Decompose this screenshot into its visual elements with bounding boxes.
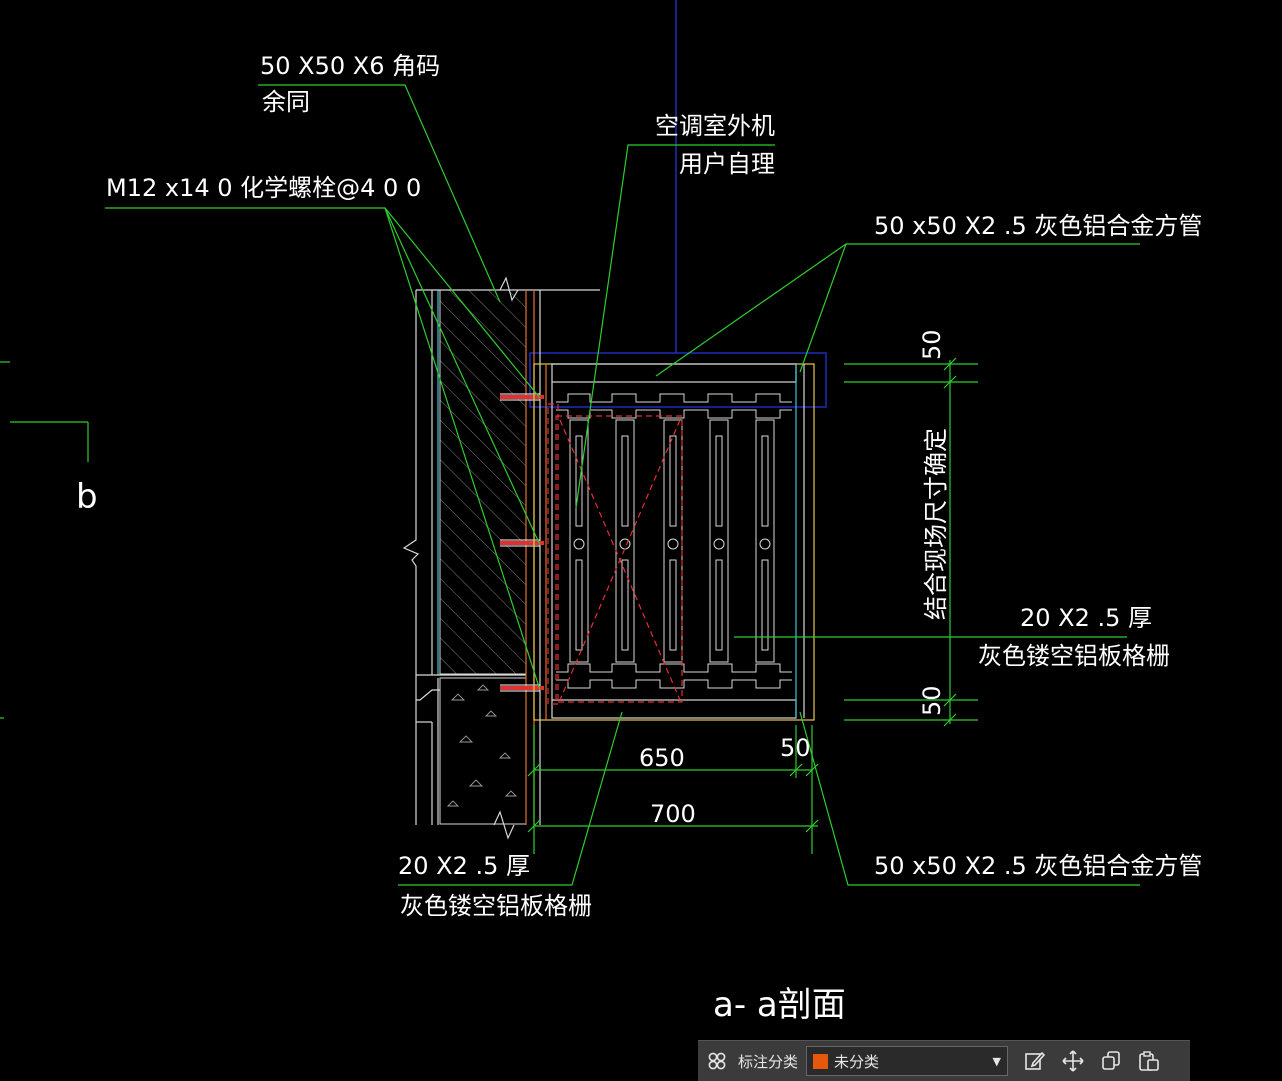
- ac-unit-outline: [547, 403, 683, 705]
- grille-right-label: 20 X2 .5 厚: [1020, 604, 1152, 632]
- ac-unit-note: 用户自理: [679, 150, 775, 178]
- dim-650: 650: [639, 744, 685, 772]
- dim-bottom-50: 50: [918, 685, 946, 716]
- dim-right-50: 50: [780, 734, 811, 762]
- dim-top-50: 50: [918, 329, 946, 360]
- bolt-label: M12 x14 0 化学螺栓@4 0 0: [106, 174, 421, 202]
- edit-icon[interactable]: [1020, 1046, 1050, 1076]
- angle-code-note: 余同: [262, 88, 310, 116]
- grid-icon[interactable]: [702, 1046, 732, 1076]
- annotation-toolbar: 标注分类 未分类 ▼: [698, 1040, 1190, 1081]
- dim-700: 700: [650, 800, 696, 828]
- section-title: a- a剖面: [713, 985, 846, 1025]
- category-color-swatch: [813, 1053, 829, 1069]
- category-select[interactable]: 未分类 ▼: [806, 1046, 1009, 1076]
- grille-right-note: 灰色镂空铝板格栅: [978, 642, 1170, 670]
- ac-frame: [533, 363, 815, 721]
- grille-left-note: 灰色镂空铝板格栅: [400, 892, 592, 920]
- grille-left-label: 20 X2 .5 厚: [398, 852, 530, 880]
- section-marker-label: b: [76, 477, 98, 517]
- paste-icon[interactable]: [1134, 1046, 1164, 1076]
- wall-section: [402, 276, 600, 840]
- move-icon[interactable]: [1058, 1046, 1088, 1076]
- dimension-lines: [527, 357, 978, 854]
- bottom-tube-label: 50 x50 X2 .5 灰色铝合金方管: [874, 852, 1202, 880]
- section-marker-b: b: [0, 361, 98, 719]
- top-tube-label: 50 x50 X2 .5 灰色铝合金方管: [874, 212, 1202, 240]
- ac-unit-label: 空调室外机: [655, 112, 775, 140]
- cad-drawing: b 50 X50 X6 角码 余同 M12 x14 0 化学螺栓@4 0 0 空…: [0, 0, 1202, 1025]
- chevron-down-icon: ▼: [992, 1054, 1002, 1068]
- category-value: 未分类: [834, 1052, 880, 1071]
- copy-icon[interactable]: [1096, 1046, 1126, 1076]
- aluminium-grille: [556, 393, 792, 689]
- angle-code-label: 50 X50 X6 角码: [260, 52, 440, 80]
- site-measure-label: 结合现场尺寸确定: [922, 428, 950, 620]
- category-label: 标注分类: [738, 1052, 799, 1071]
